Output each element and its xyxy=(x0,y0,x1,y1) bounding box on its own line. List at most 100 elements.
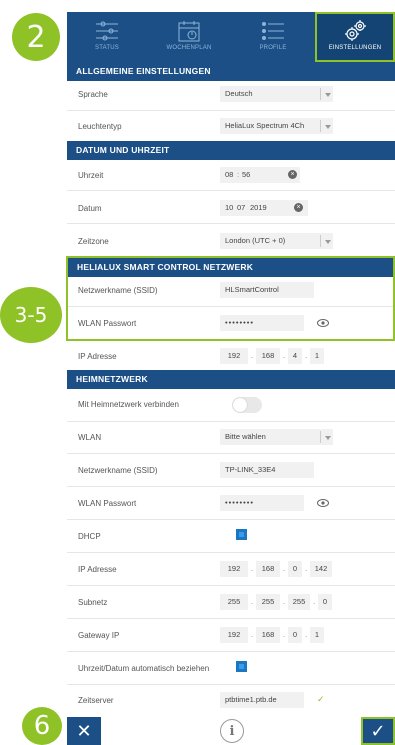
time-separator: : xyxy=(237,170,240,179)
ip-dot: . xyxy=(251,351,254,360)
ip-octet: 0 xyxy=(288,561,302,577)
uhrzeit-hour: 08 xyxy=(225,170,234,179)
eye-icon[interactable] xyxy=(317,319,329,327)
ip-octet: 255 xyxy=(256,594,280,610)
tab-wochenplan[interactable]: WOCHENPLAN xyxy=(147,12,231,62)
divider xyxy=(67,223,395,224)
ip-octet: 168 xyxy=(256,627,280,643)
wlan-select[interactable]: Bitte wählen xyxy=(220,429,333,445)
ip-octet: 192 xyxy=(220,348,248,364)
section-helialux-header: HELIALUX SMART CONTROL NETZWERK xyxy=(68,258,393,277)
dhcp-label: DHCP xyxy=(78,532,101,541)
divider xyxy=(67,190,395,191)
uhrzeit-minute: 56 xyxy=(242,170,251,179)
list-icon xyxy=(262,22,284,40)
zeitzone-select[interactable]: London (UTC + 0) xyxy=(220,233,333,249)
check-icon: ✓ xyxy=(317,694,325,704)
heim-ssid-input[interactable]: TP-LINK_33E4 xyxy=(220,462,314,478)
helialux-password-input[interactable]: •••••••• xyxy=(220,315,304,331)
helialux-password-label: WLAN Passwort xyxy=(78,319,137,328)
divider xyxy=(67,110,395,111)
divider xyxy=(67,552,395,553)
chevron-down-icon xyxy=(320,120,333,132)
close-icon: ✕ xyxy=(76,720,92,741)
eye-icon[interactable] xyxy=(317,499,329,507)
divider xyxy=(67,486,395,487)
ip-octet: 168 xyxy=(256,561,280,577)
tab-status[interactable]: STATUS xyxy=(67,12,147,62)
divider xyxy=(67,453,395,454)
uhrzeit-input[interactable]: 08 : 56 × xyxy=(220,167,300,183)
chevron-down-icon xyxy=(320,88,333,100)
dhcp-checkbox[interactable] xyxy=(236,529,247,540)
divider xyxy=(67,519,395,520)
divider xyxy=(67,651,395,652)
ip-dot: . xyxy=(305,630,308,639)
divider xyxy=(67,421,395,422)
clear-icon[interactable]: × xyxy=(294,203,303,212)
datum-month: 07 xyxy=(237,203,246,212)
datum-input[interactable]: 10 07 2019 × xyxy=(220,200,308,216)
tab-profile[interactable]: PROFILE xyxy=(231,12,315,62)
divider xyxy=(67,618,395,619)
chevron-down-icon xyxy=(320,431,333,443)
leuchtentyp-label: Leuchtentyp xyxy=(78,122,122,131)
tab-profile-label: PROFILE xyxy=(259,45,287,51)
section-datum-header: DATUM UND UHRZEIT xyxy=(67,141,395,160)
zeitzone-label: Zeitzone xyxy=(78,237,109,246)
heim-password-input[interactable]: •••••••• xyxy=(220,495,304,511)
datum-day: 10 xyxy=(225,203,234,212)
sprache-value: Deutsch xyxy=(225,89,253,98)
cancel-button[interactable]: ✕ xyxy=(67,717,101,745)
sprache-select[interactable]: Deutsch xyxy=(220,86,333,102)
auto-time-checkbox[interactable] xyxy=(236,661,247,672)
step-badge-nav: 2 xyxy=(12,13,60,61)
tab-status-label: STATUS xyxy=(95,45,119,51)
helialux-ssid-input[interactable]: HLSmartControl xyxy=(220,282,314,298)
zeitserver-input[interactable]: ptbtime1.ptb.de xyxy=(220,692,304,708)
verbinden-label: Mit Heimnetzwerk verbinden xyxy=(78,400,179,409)
heim-ssid-label: Netzwerkname (SSID) xyxy=(78,466,158,475)
divider xyxy=(67,585,395,586)
clear-icon[interactable]: × xyxy=(288,170,297,179)
zeitzone-value: London (UTC + 0) xyxy=(225,236,286,245)
sliders-icon xyxy=(96,21,118,41)
confirm-button[interactable]: ✓ xyxy=(361,717,395,745)
datum-label: Datum xyxy=(78,204,102,213)
heim-ip-label: IP Adresse xyxy=(78,565,117,574)
ip-dot: . xyxy=(283,630,286,639)
ip-octet: 255 xyxy=(288,594,310,610)
wlan-label: WLAN xyxy=(78,433,102,442)
ip-octet: 0 xyxy=(288,627,302,643)
section-heim-header: HEIMNETZWERK xyxy=(67,370,395,389)
tab-wochenplan-label: WOCHENPLAN xyxy=(166,45,212,51)
divider xyxy=(67,684,395,685)
top-navigation: STATUS WOCHENPLAN PROFILE EINSTELLUNGEN xyxy=(67,12,395,62)
toggle-knob xyxy=(233,398,247,412)
ip-octet: 1 xyxy=(310,627,324,643)
ip-dot: . xyxy=(283,564,286,573)
sprache-label: Sprache xyxy=(78,90,108,99)
gears-icon xyxy=(345,20,366,41)
ip-dot: . xyxy=(283,351,286,360)
ip-octet: 192 xyxy=(220,561,248,577)
uhrzeit-label: Uhrzeit xyxy=(78,171,104,180)
ip-octet: 1 xyxy=(310,348,324,364)
leuchtentyp-select[interactable]: HeliaLux Spectrum 4Ch xyxy=(220,118,333,134)
verbinden-toggle[interactable] xyxy=(232,397,262,413)
ip-dot: . xyxy=(251,630,254,639)
ip-dot: . xyxy=(251,597,254,606)
chevron-down-icon xyxy=(320,235,333,247)
heim-password-label: WLAN Passwort xyxy=(78,499,137,508)
tab-einstellungen-label: EINSTELLUNGEN xyxy=(328,45,382,51)
tab-einstellungen[interactable]: EINSTELLUNGEN xyxy=(315,12,395,62)
helialux-ip-label: IP Adresse xyxy=(78,352,117,361)
checkmark-icon: ✓ xyxy=(370,720,386,741)
section-allgemein-header: ALLGEMEINE EINSTELLUNGEN xyxy=(67,62,395,81)
ip-dot: . xyxy=(305,564,308,573)
info-button[interactable]: i xyxy=(220,719,244,743)
ip-dot: . xyxy=(305,351,308,360)
auto-time-label: Uhrzeit/Datum automatisch beziehen xyxy=(78,664,210,673)
zeitserver-label: Zeitserver xyxy=(78,696,114,705)
step-badge-network: 3-5 xyxy=(0,287,62,343)
